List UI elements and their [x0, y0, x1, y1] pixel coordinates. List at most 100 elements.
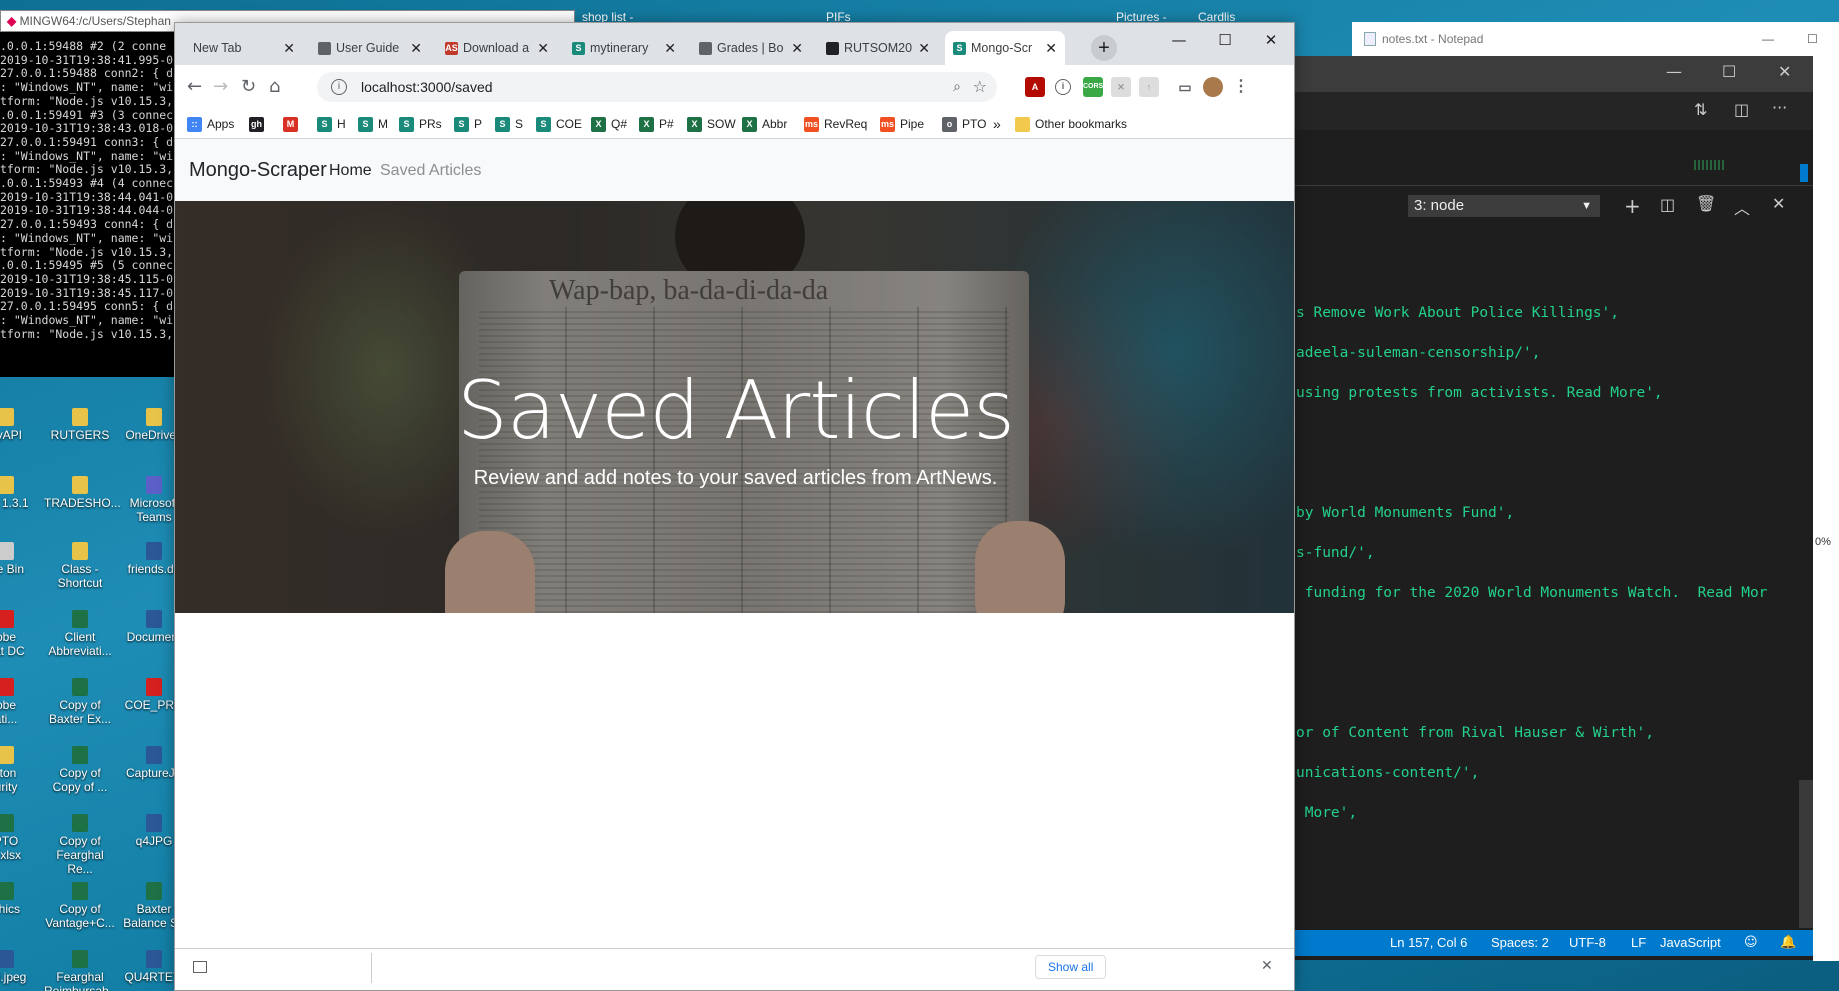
- bookmark-item[interactable]: SS: [495, 109, 523, 139]
- bell-icon[interactable]: 🔔: [1780, 930, 1796, 956]
- maximize-icon[interactable]: ☐: [1807, 22, 1818, 56]
- tab-close-icon[interactable]: ✕: [410, 31, 422, 65]
- maximize-icon[interactable]: ☐: [1722, 62, 1736, 81]
- terminal-select[interactable]: 3: node ▼: [1408, 195, 1600, 217]
- browser-tab[interactable]: RUTSOM20 ✕: [818, 31, 938, 65]
- bookmark-item[interactable]: SH: [317, 109, 346, 139]
- desktop-icon[interactable]: Client Abbreviati...: [44, 610, 116, 658]
- extension-icon[interactable]: ↑: [1139, 77, 1159, 97]
- browser-tab[interactable]: Grades | Bo ✕: [691, 31, 811, 65]
- close-icon[interactable]: ✕: [1248, 23, 1294, 57]
- browser-tab[interactable]: Smytinerary ✕: [564, 31, 684, 65]
- browser-tab[interactable]: S Mongo-Scr ✕: [945, 31, 1065, 65]
- desktop-icon[interactable]: rtonurity: [0, 746, 42, 794]
- extension-icon[interactable]: i: [1055, 79, 1071, 95]
- feedback-icon[interactable]: ☺: [1744, 930, 1758, 956]
- tab-close-icon[interactable]: ✕: [1045, 31, 1057, 65]
- site-brand[interactable]: Mongo-Scraper: [189, 156, 327, 184]
- desktop-icon[interactable]: TRADESHO...: [44, 476, 121, 510]
- terminal-scrollbar[interactable]: [1799, 780, 1813, 928]
- download-item-icon[interactable]: [193, 961, 207, 973]
- forward-icon[interactable]: →: [213, 73, 228, 101]
- desktop-icon[interactable]: PTOs.xlsx: [0, 814, 42, 862]
- zoom-icon[interactable]: ⌕: [953, 72, 961, 102]
- browser-tab[interactable]: New Tab ✕: [183, 31, 303, 65]
- desktop-icon[interactable]: Copy of Copy of ...: [44, 746, 116, 794]
- more-actions-icon[interactable]: ···: [1772, 98, 1787, 117]
- browser-tab[interactable]: User Guide ✕: [310, 31, 430, 65]
- desktop-icon[interactable]: obeati...: [0, 678, 42, 726]
- scrollbar[interactable]: [1800, 164, 1808, 182]
- cast-icon[interactable]: ▭: [1175, 77, 1195, 97]
- tab-close-icon[interactable]: ✕: [283, 31, 295, 65]
- nav-home[interactable]: Home: [329, 159, 372, 183]
- desktop-icon[interactable]: phics: [0, 882, 42, 916]
- bookmark-item[interactable]: X P#: [639, 109, 674, 139]
- menu-icon[interactable]: ⋮: [1231, 77, 1251, 97]
- bookmark-item[interactable]: :: Apps: [187, 109, 234, 139]
- notepad-titlebar[interactable]: notes.txt - Notepad — ☐: [1352, 22, 1839, 56]
- nav-saved-articles[interactable]: Saved Articles: [380, 159, 481, 183]
- desktop-icon[interactable]: obebat DC: [0, 610, 42, 658]
- bookmark-item[interactable]: ms RevReq: [804, 109, 867, 139]
- minimize-icon[interactable]: —: [1156, 23, 1202, 57]
- info-icon[interactable]: i: [331, 79, 347, 95]
- desktop-icon[interactable]: ST 1.3.1: [0, 476, 42, 510]
- bookmark-item[interactable]: M: [283, 109, 303, 139]
- chevron-up-icon[interactable]: ︿: [1734, 195, 1750, 219]
- bookmark-item[interactable]: X SOW: [687, 109, 736, 139]
- browser-tab[interactable]: AS Download a ✕: [437, 31, 557, 65]
- terminal-output[interactable]: s Remove Work About Police Killings', ade…: [1294, 225, 1799, 930]
- compare-icon[interactable]: ⇅: [1694, 100, 1707, 119]
- avatar[interactable]: [1203, 77, 1223, 97]
- close-icon[interactable]: ✕: [1778, 62, 1791, 81]
- back-icon[interactable]: ←: [187, 73, 202, 101]
- close-icon[interactable]: ✕: [1261, 957, 1273, 974]
- maximize-icon[interactable]: ☐: [1202, 23, 1248, 57]
- vscode-titlebar[interactable]: — ☐ ✕: [1294, 56, 1819, 92]
- bookmark-item[interactable]: o PTO: [942, 109, 986, 139]
- minimize-icon[interactable]: —: [1666, 62, 1682, 81]
- trash-icon[interactable]: 🗑: [1696, 194, 1716, 213]
- line-ending[interactable]: LF: [1631, 930, 1646, 956]
- close-panel-icon[interactable]: ✕: [1772, 194, 1785, 213]
- tab-close-icon[interactable]: ✕: [791, 31, 803, 65]
- bookmark-item[interactable]: X Q#: [591, 109, 627, 139]
- address-bar[interactable]: i localhost:3000/saved ⌕ ☆: [317, 72, 997, 102]
- show-all-button[interactable]: Show all: [1035, 955, 1107, 979]
- cors-extension-icon[interactable]: CORS: [1083, 77, 1103, 97]
- tab-close-icon[interactable]: ✕: [918, 31, 930, 65]
- desktop-icon[interactable]: nill.jpeg: [0, 950, 42, 984]
- desktop-icon[interactable]: RUTGERS: [44, 408, 116, 442]
- bookmark-item[interactable]: SP: [454, 109, 482, 139]
- bookmark-item[interactable]: S PRs: [399, 109, 442, 139]
- desktop-icon[interactable]: nyAPI: [0, 408, 42, 442]
- extension-icon[interactable]: ✕: [1111, 77, 1131, 97]
- bookmark-item[interactable]: ms Pipe: [880, 109, 924, 139]
- desktop-icon[interactable]: Class - Shortcut: [44, 542, 116, 590]
- minimize-icon[interactable]: —: [1762, 22, 1774, 56]
- pdf-extension-icon[interactable]: A: [1025, 77, 1045, 97]
- desktop-icon[interactable]: Fearghal Reimbursab...: [44, 950, 119, 991]
- split-terminal-icon[interactable]: ◫: [1660, 195, 1675, 214]
- bookmark-item[interactable]: X Abbr: [742, 109, 787, 139]
- other-bookmarks[interactable]: Other bookmarks: [1015, 109, 1127, 139]
- star-icon[interactable]: ☆: [973, 72, 987, 102]
- cursor-position[interactable]: Ln 157, Col 6: [1390, 930, 1467, 956]
- bookmark-item[interactable]: gh: [249, 109, 269, 139]
- bookmark-item[interactable]: S COE: [536, 109, 582, 139]
- desktop-icon[interactable]: Copy of Fearghal Re...: [44, 814, 116, 876]
- bookmark-item[interactable]: SM: [358, 109, 388, 139]
- desktop-icon[interactable]: Copy of Baxter Ex...: [44, 678, 116, 726]
- tab-close-icon[interactable]: ✕: [664, 31, 676, 65]
- new-terminal-icon[interactable]: +: [1624, 194, 1641, 218]
- encoding[interactable]: UTF-8: [1569, 930, 1606, 956]
- desktop-icon[interactable]: cle Bin: [0, 542, 42, 576]
- new-tab-button[interactable]: +: [1091, 35, 1117, 61]
- indentation[interactable]: Spaces: 2: [1491, 930, 1549, 956]
- gitbash-terminal[interactable]: .0.0.1:59488 #2 (2 conne 2019-10-31T19:38…: [0, 32, 175, 377]
- split-editor-icon[interactable]: ◫: [1734, 100, 1749, 119]
- home-icon[interactable]: ⌂: [269, 73, 280, 101]
- language-mode[interactable]: JavaScript: [1660, 930, 1721, 956]
- reload-icon[interactable]: ↻: [241, 73, 256, 101]
